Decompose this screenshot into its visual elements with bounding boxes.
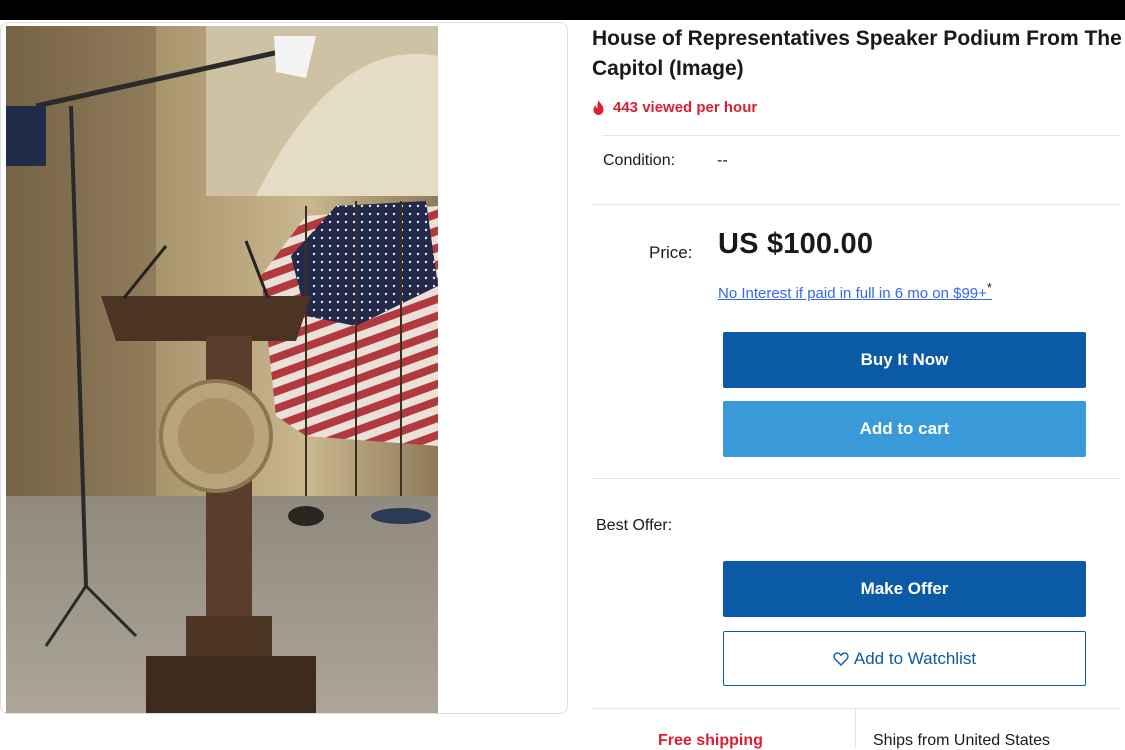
- financing-link[interactable]: No Interest if paid in full in 6 mo on $…: [718, 280, 992, 302]
- buy-it-now-button[interactable]: Buy It Now: [723, 332, 1086, 388]
- make-offer-button[interactable]: Make Offer: [723, 561, 1086, 617]
- add-to-cart-label: Add to cart: [859, 419, 950, 438]
- product-image-card[interactable]: [0, 22, 568, 714]
- divider: [592, 478, 1120, 479]
- shipping-separator: [855, 709, 856, 747]
- top-bar: [0, 0, 1125, 20]
- divider: [592, 204, 1120, 205]
- condition-value: --: [717, 152, 728, 169]
- condition-label: Condition:: [603, 152, 676, 169]
- free-shipping-text: Free shipping: [658, 732, 763, 749]
- add-to-watchlist-button[interactable]: Add to Watchlist: [723, 631, 1086, 686]
- heart-icon: [833, 651, 849, 666]
- financing-asterisk: *: [986, 280, 992, 295]
- best-offer-label: Best Offer:: [596, 517, 673, 534]
- product-photo[interactable]: [6, 26, 438, 714]
- divider: [592, 708, 1120, 709]
- views-indicator: 443 viewed per hour: [592, 96, 757, 118]
- price-label: Price:: [649, 243, 693, 262]
- price-value: US $100.00: [718, 228, 874, 260]
- add-to-cart-button[interactable]: Add to cart: [723, 401, 1086, 457]
- listing-title: House of Representatives Speaker Podium …: [592, 27, 1122, 80]
- add-to-watchlist-label: Add to Watchlist: [853, 648, 977, 668]
- fire-icon: [593, 99, 604, 115]
- views-text: 443 viewed per hour: [613, 98, 758, 116]
- make-offer-label: Make Offer: [860, 579, 949, 598]
- divider: [602, 135, 1120, 136]
- ships-from-text: Ships from United States: [873, 732, 1050, 749]
- financing-text: No Interest if paid in full in 6 mo on $…: [718, 285, 987, 302]
- buy-it-now-label: Buy It Now: [860, 350, 949, 369]
